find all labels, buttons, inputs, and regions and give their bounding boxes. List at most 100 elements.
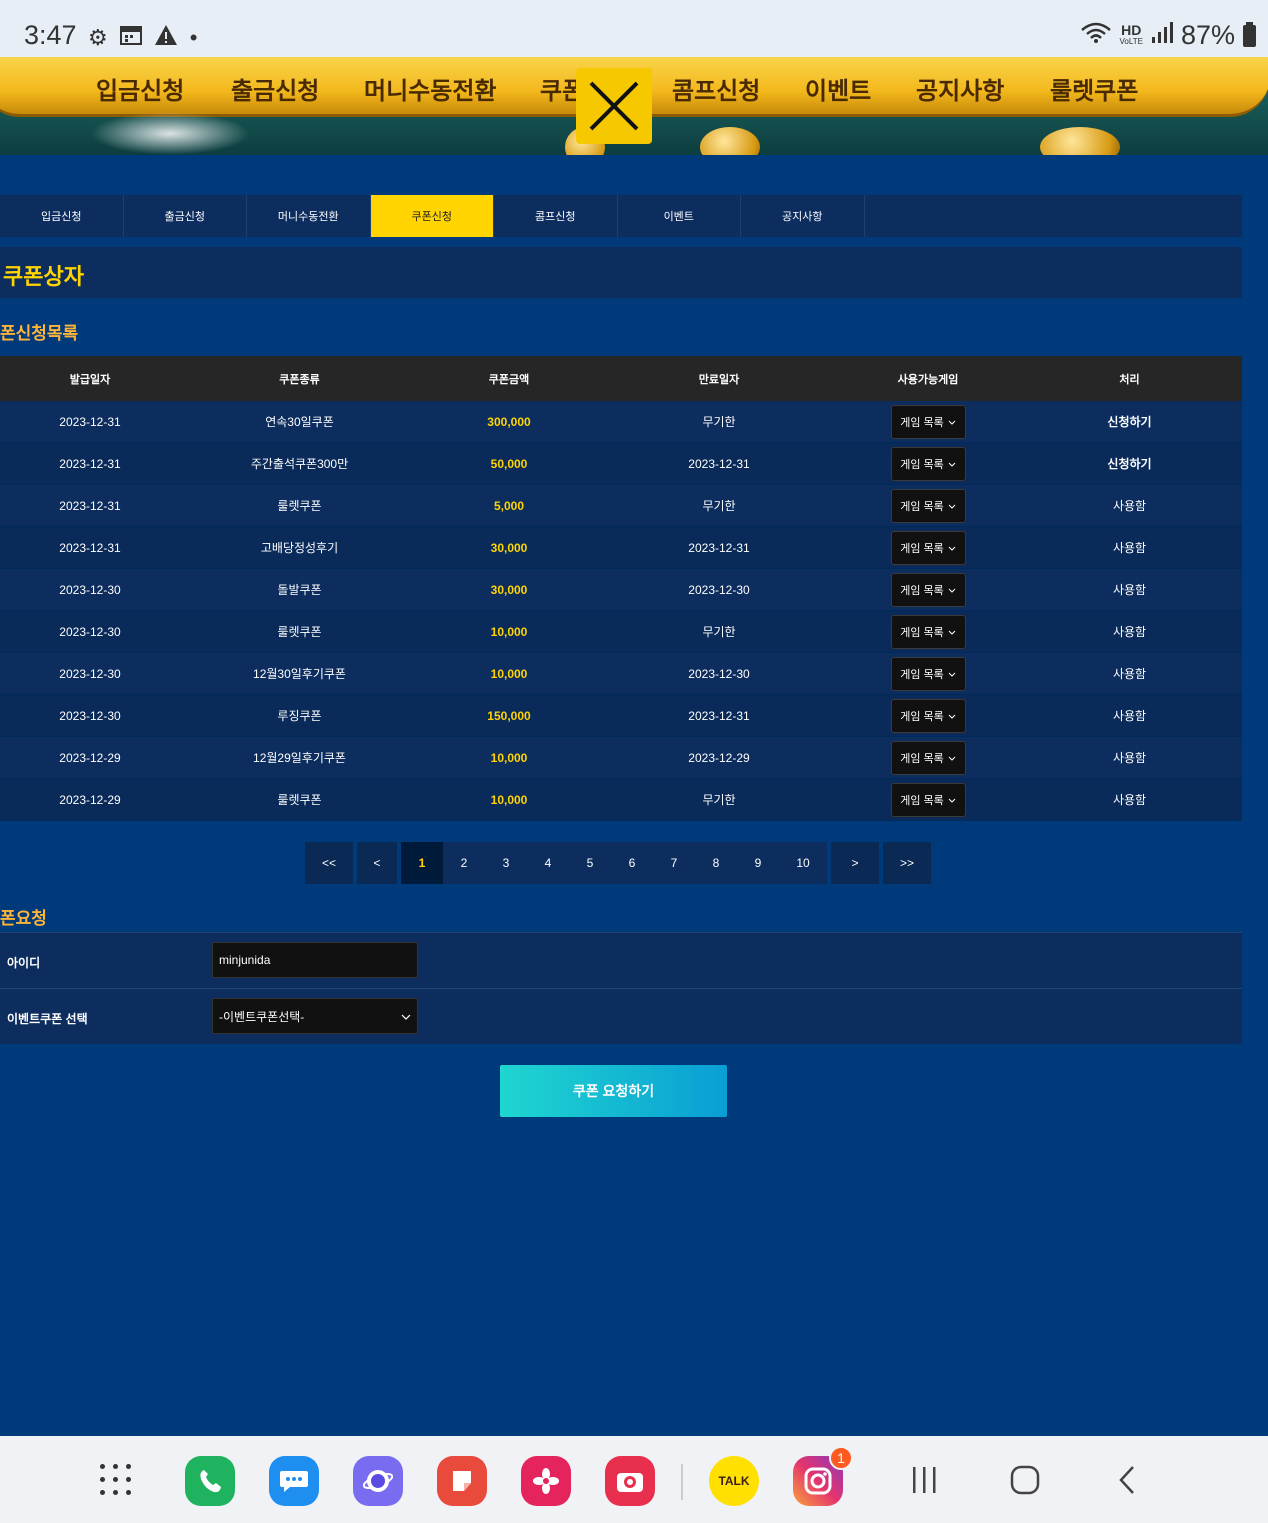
page-next-button[interactable]: >	[831, 842, 879, 884]
coupon-amount-cell: 10,000	[490, 624, 528, 639]
page-button-8[interactable]: 8	[695, 842, 737, 884]
page-button-10[interactable]: 10	[779, 842, 827, 884]
banner-menu-item[interactable]: 룰렛쿠폰	[1050, 71, 1138, 106]
apply-button[interactable]: 신청하기	[1017, 455, 1242, 472]
banner-glow	[90, 112, 250, 155]
tab-event[interactable]: 이벤트	[618, 195, 741, 237]
expire-date-cell: 무기한	[702, 625, 736, 639]
game-list-cell: 게임 목록	[839, 446, 1017, 481]
game-list-dropdown[interactable]: 게임 목록	[890, 572, 966, 607]
page-button-9[interactable]: 9	[737, 842, 779, 884]
chevron-down-icon	[401, 1009, 411, 1023]
game-list-dropdown[interactable]: 게임 목록	[890, 404, 966, 439]
page-button-7[interactable]: 7	[653, 842, 695, 884]
status-right-icons: HD VoLTE 87%	[1080, 20, 1256, 51]
messages-app-icon[interactable]	[269, 1456, 319, 1506]
notes-app-icon[interactable]	[437, 1456, 487, 1506]
coupon-type-cell: 주간출석쿠폰300만	[250, 457, 349, 471]
gallery-app-icon[interactable]	[521, 1456, 571, 1506]
instagram-app-icon[interactable]: 1	[793, 1446, 853, 1506]
used-status: 사용함	[1112, 709, 1147, 723]
back-button[interactable]	[1108, 1458, 1148, 1502]
page-last-button[interactable]: >>	[883, 842, 931, 884]
issue-date-cell: 2023-12-31	[59, 456, 121, 471]
recent-apps-button[interactable]	[905, 1458, 945, 1502]
banner-menu-item[interactable]: 머니수동전환	[364, 71, 496, 106]
game-list-dropdown[interactable]: 게임 목록	[890, 530, 966, 565]
status-bar: 3:47 ⚙ • HD VoLTE 87%	[0, 0, 1268, 57]
page-button-1[interactable]: 1	[401, 842, 443, 884]
game-list-dropdown[interactable]: 게임 목록	[890, 614, 966, 649]
game-list-dropdown[interactable]: 게임 목록	[890, 488, 966, 523]
tab-notice[interactable]: 공지사항	[741, 195, 865, 237]
table-row: 2023-12-30 루징쿠폰 150,000 2023-12-31 게임 목록 사용함	[0, 695, 1242, 737]
game-list-dropdown[interactable]: 게임 목록	[890, 656, 966, 691]
used-status: 사용함	[1112, 583, 1147, 597]
game-list-dropdown[interactable]: 게임 목록	[890, 782, 966, 817]
page-button-2[interactable]: 2	[443, 842, 485, 884]
banner-menu-item[interactable]: 콤프신청	[672, 71, 760, 106]
table-row: 2023-12-30 룰렛쿠폰 10,000 무기한 게임 목록 사용함	[0, 611, 1242, 653]
issue-date-cell: 2023-12-30	[59, 708, 121, 723]
game-list-label: 게임 목록	[900, 752, 944, 765]
page-button-6[interactable]: 6	[611, 842, 653, 884]
status-time: 3:47	[24, 20, 77, 50]
page-first-button[interactable]: <<	[305, 842, 353, 884]
page-button-3[interactable]: 3	[485, 842, 527, 884]
page-button-4[interactable]: 4	[527, 842, 569, 884]
table-body: 2023-12-31 연속30일쿠폰 300,000 무기한 게임 목록 신청하기 2023…	[0, 401, 1242, 821]
coupon-type-cell: 연속30일쿠폰	[265, 415, 334, 429]
table-header: 발급일자 쿠폰종류 쿠폰금액 만료일자 사용가능게임 처리	[0, 356, 1242, 401]
expire-date-cell: 무기한	[702, 415, 736, 429]
home-button[interactable]	[1005, 1458, 1045, 1502]
coupon-amount-cell: 30,000	[490, 582, 528, 597]
apply-button[interactable]: 신청하기	[1017, 413, 1242, 430]
page-title: 쿠폰상자	[3, 264, 84, 289]
tab-deposit[interactable]: 입금신청	[0, 195, 124, 237]
chevron-down-icon	[948, 626, 956, 638]
game-list-cell: 게임 목록	[839, 488, 1017, 523]
issue-date-cell: 2023-12-30	[59, 624, 121, 639]
game-list-dropdown[interactable]: 게임 목록	[890, 446, 966, 481]
issue-date-cell: 2023-12-31	[59, 414, 121, 429]
game-list-cell: 게임 목록	[839, 782, 1017, 817]
internet-app-icon[interactable]	[353, 1456, 403, 1506]
home-icon	[1010, 1465, 1040, 1495]
back-icon	[1119, 1466, 1134, 1494]
expire-date-cell: 2023-12-30	[688, 666, 750, 681]
table-row: 2023-12-31 고배당정성후기 30,000 2023-12-31 게임 목록 사용…	[0, 527, 1242, 569]
banner-menu-item[interactable]: 이벤트	[805, 71, 871, 106]
expire-date-cell: 2023-12-30	[688, 582, 750, 597]
game-list-cell: 게임 목록	[839, 530, 1017, 565]
game-list-label: 게임 목록	[900, 542, 944, 555]
tab-coupon[interactable]: 쿠폰신청	[370, 195, 494, 237]
tab-withdraw[interactable]: 출금신청	[124, 195, 247, 237]
id-field[interactable]: minjunida	[212, 942, 418, 978]
status-left-icons: ⚙ •	[88, 24, 197, 52]
phone-app-icon[interactable]	[185, 1456, 235, 1506]
kakaotalk-app-icon[interactable]: TALK	[709, 1456, 759, 1506]
banner-menu-item[interactable]: 출금신청	[231, 71, 319, 106]
tab-money-transfer[interactable]: 머니수동전환	[247, 195, 371, 237]
coupon-select[interactable]: -이벤트쿠폰선택-	[212, 998, 418, 1034]
header-expire-date: 만료일자	[698, 373, 740, 386]
close-button[interactable]	[576, 68, 652, 144]
tab-comp[interactable]: 콤프신청	[494, 195, 618, 237]
app-drawer-icon[interactable]	[100, 1464, 134, 1498]
page-prev-button[interactable]: <	[357, 842, 397, 884]
game-list-dropdown[interactable]: 게임 목록	[890, 698, 966, 733]
page-button-5[interactable]: 5	[569, 842, 611, 884]
table-row: 2023-12-31 룰렛쿠폰 5,000 무기한 게임 목록 사용함	[0, 485, 1242, 527]
close-icon	[589, 81, 639, 131]
request-coupon-button[interactable]: 쿠폰 요청하기	[500, 1065, 727, 1117]
banner-menu-item[interactable]: 공지사항	[916, 71, 1004, 106]
coupon-amount-cell: 300,000	[487, 414, 531, 429]
pagination: << < 1 2 3 4 5 6 7 8 9 10 > >>	[305, 842, 935, 884]
battery-percent: 87%	[1180, 20, 1235, 50]
coupon-select-value: -이벤트쿠폰선택-	[219, 1009, 305, 1024]
used-status: 사용함	[1112, 751, 1147, 765]
game-list-dropdown[interactable]: 게임 목록	[890, 740, 966, 775]
camera-app-icon[interactable]	[605, 1456, 655, 1506]
issue-date-cell: 2023-12-31	[59, 540, 121, 555]
banner-menu-item[interactable]: 입금신청	[96, 71, 184, 106]
